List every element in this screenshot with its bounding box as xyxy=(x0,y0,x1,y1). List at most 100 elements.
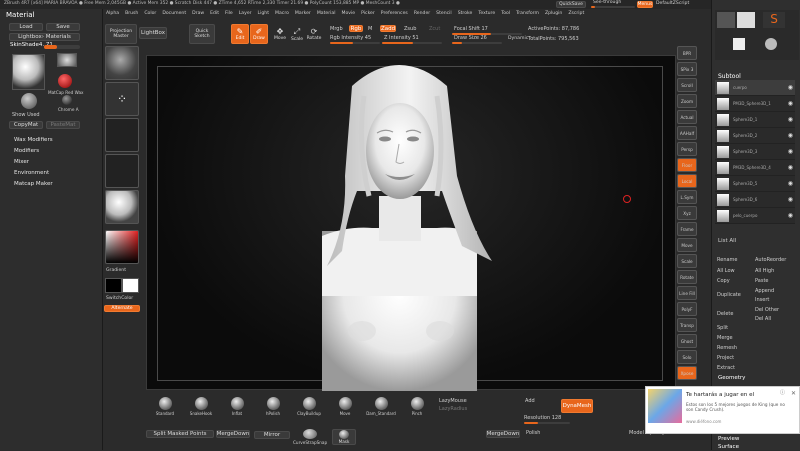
visibility-eye-icon[interactable]: ◉ xyxy=(788,164,793,171)
gray-sphere[interactable] xyxy=(21,93,37,109)
color-picker[interactable] xyxy=(105,230,139,264)
subtool-item[interactable]: Sphere3D_6 ◉ xyxy=(715,192,795,208)
autoreorder-button[interactable]: AutoReorder xyxy=(755,258,786,263)
shelf-button-10[interactable]: Xyz xyxy=(677,206,697,220)
shelf-button-14[interactable]: Rotate xyxy=(677,270,697,284)
shelf-button-9[interactable]: L.Sym xyxy=(677,190,697,204)
subtool-item[interactable]: pelo_cuerpo ◉ xyxy=(715,208,795,224)
menu-item[interactable]: Preferences xyxy=(381,11,408,17)
shelf-button-1[interactable]: SPix 3 xyxy=(677,62,697,76)
save-button[interactable]: Save xyxy=(46,23,80,31)
menu-item[interactable]: Alpha xyxy=(106,11,119,17)
del-all-button[interactable]: Del All xyxy=(755,317,771,322)
red-wax-sphere[interactable] xyxy=(58,74,72,88)
material-section-1[interactable]: Modifiers xyxy=(12,146,100,157)
subtool-item[interactable]: cuerpo ◉ xyxy=(715,80,795,96)
append-button[interactable]: Append xyxy=(755,289,774,294)
shelf-button-16[interactable]: PolyF xyxy=(677,302,697,316)
split-section[interactable]: Split xyxy=(717,326,728,331)
gradient-label[interactable]: Gradient xyxy=(106,268,126,274)
menu-item[interactable]: Movie xyxy=(341,11,355,17)
shelf-button-8[interactable]: Local xyxy=(677,174,697,188)
shelf-button-12[interactable]: Move xyxy=(677,238,697,252)
lightbox-button[interactable]: LightBox xyxy=(139,27,167,39)
split-masked-button[interactable]: Split Masked Points xyxy=(146,430,214,438)
tool-thumb-1[interactable] xyxy=(717,12,735,28)
resolution-slider[interactable] xyxy=(524,422,570,424)
copy-button[interactable]: Copy xyxy=(717,279,730,284)
tool-thumb-5[interactable] xyxy=(765,38,777,50)
tool-thumb-4[interactable] xyxy=(733,38,745,50)
visibility-eye-icon[interactable]: ◉ xyxy=(788,196,793,203)
ad-close-icon[interactable]: ✕ xyxy=(791,391,796,397)
copymat-button[interactable]: CopyMat xyxy=(9,121,43,129)
dynamesh-button[interactable]: DynaMesh xyxy=(561,399,593,413)
edit-button[interactable]: ✎ Edit xyxy=(231,24,249,44)
shelf-button-5[interactable]: AAHalf xyxy=(677,126,697,140)
menu-item[interactable]: Draw xyxy=(192,11,204,17)
shelf-button-15[interactable]: Line Fill xyxy=(677,286,697,300)
paste-button[interactable]: Paste xyxy=(755,279,769,284)
brush-button-1[interactable]: SnakeHook xyxy=(188,397,214,423)
menu-item[interactable]: Macro xyxy=(275,11,289,17)
menu-item[interactable]: Marker xyxy=(295,11,311,17)
menu-item[interactable]: Tool xyxy=(501,11,510,17)
mask-brush-button[interactable]: Mask xyxy=(332,429,356,445)
visibility-eye-icon[interactable]: ◉ xyxy=(788,132,793,139)
brush-button-3[interactable]: hPolish xyxy=(260,397,286,423)
material-section-2[interactable]: Mixer xyxy=(12,157,100,168)
extract-section[interactable]: Extract xyxy=(717,366,735,371)
shelf-button-13[interactable]: Scale xyxy=(677,254,697,268)
menu-item[interactable]: Zplugin xyxy=(545,11,562,17)
mergedown-button[interactable]: MergeDown xyxy=(216,430,250,438)
polish-label[interactable]: Polish xyxy=(526,431,540,436)
menu-item[interactable]: Brush xyxy=(125,11,138,17)
del-other-button[interactable]: Del Other xyxy=(755,308,779,313)
shelf-button-0[interactable]: BPR xyxy=(677,46,697,60)
shelf-button-18[interactable]: Ghost xyxy=(677,334,697,348)
lightbox-materials-button[interactable]: Lightbox› Materials xyxy=(9,33,80,41)
merge-section[interactable]: Merge xyxy=(717,336,733,341)
subtool-item[interactable]: Sphere3D_2 ◉ xyxy=(715,128,795,144)
shelf-button-19[interactable]: Solo xyxy=(677,350,697,364)
shelf-button-7[interactable]: Floor xyxy=(677,158,697,172)
all-low-button[interactable]: All Low xyxy=(717,269,735,274)
menu-item[interactable]: Stroke xyxy=(458,11,473,17)
subtool-item[interactable]: Sphere3D_3 ◉ xyxy=(715,144,795,160)
preview-section[interactable]: Preview xyxy=(718,436,739,443)
shelf-button-11[interactable]: Frame xyxy=(677,222,697,236)
shelf-button-6[interactable]: Persp xyxy=(677,142,697,156)
material-section-3[interactable]: Environment xyxy=(12,168,100,179)
secondary-color-swatch[interactable] xyxy=(122,278,139,293)
mrgb-toggle[interactable]: Mrgb xyxy=(330,27,343,32)
add-label[interactable]: Add xyxy=(525,399,535,404)
pastemat-button[interactable]: PasteMat xyxy=(46,121,80,129)
show-used-label[interactable]: Show Used xyxy=(12,113,40,118)
material-slider[interactable] xyxy=(44,45,80,49)
subtool-item[interactable]: Sphere3D_1 ◉ xyxy=(715,112,795,128)
visibility-eye-icon[interactable]: ◉ xyxy=(788,148,793,155)
ad-popup[interactable]: Te hartarás a jugar en el Estos son los … xyxy=(645,386,800,434)
m-toggle[interactable]: M xyxy=(368,27,372,32)
shelf-button-17[interactable]: Transp xyxy=(677,318,697,332)
brush-button-0[interactable]: Standard xyxy=(152,397,178,423)
material-section-0[interactable]: Wax Modifiers xyxy=(12,135,100,146)
brush-button-2[interactable]: Inflat xyxy=(224,397,250,423)
zsub-toggle[interactable]: Zsub xyxy=(404,27,416,32)
project-section[interactable]: Project xyxy=(717,356,734,361)
visibility-eye-icon[interactable]: ◉ xyxy=(788,212,793,219)
menu-item[interactable]: Stencil xyxy=(436,11,452,17)
menu-item[interactable]: Color xyxy=(144,11,156,17)
move-button[interactable]: ✥ Move xyxy=(272,24,288,44)
alpha-thumbnail[interactable] xyxy=(105,118,139,152)
draw-size-slider[interactable] xyxy=(452,42,502,44)
canvas-area[interactable] xyxy=(146,55,677,391)
mirror-button[interactable]: Mirror xyxy=(254,431,290,439)
brush-button-5[interactable]: Move xyxy=(332,397,358,423)
bust-model[interactable] xyxy=(147,56,677,391)
menu-item[interactable]: Light xyxy=(258,11,269,17)
shelf-button-3[interactable]: Zoom xyxy=(677,94,697,108)
subtool-item[interactable]: PM3D_Sphere3D_1 ◉ xyxy=(715,96,795,112)
all-high-button[interactable]: All High xyxy=(755,269,774,274)
tool-thumb-2[interactable] xyxy=(737,12,755,28)
